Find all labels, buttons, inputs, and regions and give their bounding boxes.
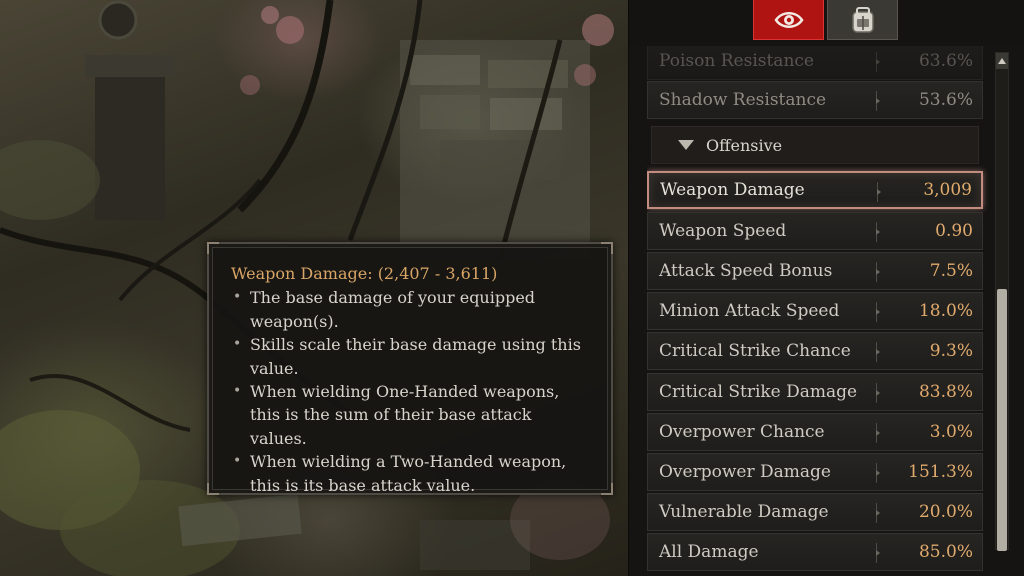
stat-row-shadow-resistance[interactable]: Shadow Resistance 53.6%: [647, 81, 983, 119]
row-divider: [876, 503, 880, 523]
row-divider: [876, 302, 880, 322]
stat-name: Shadow Resistance: [659, 90, 827, 110]
row-divider: [876, 52, 880, 72]
row-divider: [876, 543, 880, 563]
stat-name: Attack Speed Bonus: [659, 261, 833, 281]
tooltip-bullet: When wielding a Two-Handed weapon, this …: [231, 450, 591, 497]
stat-name: Overpower Chance: [659, 422, 825, 442]
character-stats-panel: Poison Resistance 63.6% Shadow Resistanc…: [628, 0, 1024, 576]
stat-row-poison-resistance[interactable]: Poison Resistance 63.6%: [647, 46, 983, 80]
row-divider: [876, 222, 880, 242]
stat-value: 151.3%: [908, 462, 973, 482]
stat-value: 18.0%: [918, 301, 973, 321]
stat-name: Weapon Damage: [660, 180, 805, 200]
scroll-up-arrow-icon[interactable]: [996, 53, 1008, 69]
tooltip-corner-ornament: [207, 242, 219, 254]
tooltip-bullet: The base damage of your equipped weapon(…: [231, 286, 591, 333]
tooltip-bullet: When wielding One-Handed weapons, this i…: [231, 380, 591, 450]
row-divider: [876, 91, 880, 111]
stat-row-critical-strike-damage[interactable]: Critical Strike Damage 83.8%: [647, 373, 983, 411]
tooltip-title: Weapon Damage: (2,407 - 3,611): [231, 262, 591, 285]
stat-row-overpower-chance[interactable]: Overpower Chance 3.0%: [647, 413, 983, 451]
panel-tab-bar: [629, 0, 1024, 46]
row-divider: [876, 383, 880, 403]
stat-value: 20.0%: [918, 502, 973, 522]
stat-value: 3.0%: [929, 422, 973, 442]
row-divider: [876, 262, 880, 282]
tooltip-bullet: Skills scale their base damage using thi…: [231, 333, 591, 380]
stat-value: 83.8%: [918, 382, 973, 402]
stats-scrollbar[interactable]: [995, 52, 1009, 551]
tab-character-stats[interactable]: [753, 0, 824, 40]
section-header-offensive[interactable]: Offensive: [651, 126, 979, 164]
backpack-icon: [851, 6, 874, 33]
stat-value: 9.3%: [929, 341, 973, 361]
stat-value: 63.6%: [918, 51, 973, 71]
stat-name: Overpower Damage: [659, 462, 831, 482]
stat-name: Poison Resistance: [659, 51, 814, 71]
weapon-damage-tooltip: Weapon Damage: (2,407 - 3,611) The base …: [207, 242, 613, 495]
stat-row-vulnerable-damage[interactable]: Vulnerable Damage 20.0%: [647, 493, 983, 531]
stat-value: 3,009: [923, 180, 972, 200]
stat-row-weapon-speed[interactable]: Weapon Speed 0.90: [647, 212, 983, 250]
stat-row-overpower-damage[interactable]: Overpower Damage 151.3%: [647, 453, 983, 491]
tooltip-title-label: Weapon Damage:: [231, 264, 373, 283]
tab-materials[interactable]: [827, 0, 898, 40]
section-label: Offensive: [706, 135, 783, 155]
stat-name: Critical Strike Chance: [659, 341, 851, 361]
row-divider: [876, 463, 880, 483]
row-divider: [876, 423, 880, 443]
stat-value: 7.5%: [929, 261, 973, 281]
tooltip-corner-ornament: [207, 483, 219, 495]
tooltip-corner-ornament: [601, 242, 613, 254]
stat-name: All Damage: [659, 542, 759, 562]
stat-row-all-damage[interactable]: All Damage 85.0%: [647, 533, 983, 571]
stat-name: Minion Attack Speed: [659, 301, 840, 321]
stat-row-weapon-damage[interactable]: Weapon Damage 3,009: [647, 171, 983, 209]
stat-value: 53.6%: [918, 90, 973, 110]
row-divider: [877, 182, 881, 202]
stat-name: Weapon Speed: [659, 221, 787, 241]
stat-name: Vulnerable Damage: [659, 502, 829, 522]
stat-row-minion-attack-speed[interactable]: Minion Attack Speed 18.0%: [647, 292, 983, 330]
scrollbar-thumb[interactable]: [997, 289, 1007, 551]
stat-value: 0.90: [935, 221, 973, 241]
stat-row-attack-speed-bonus[interactable]: Attack Speed Bonus 7.5%: [647, 252, 983, 290]
stats-list[interactable]: Poison Resistance 63.6% Shadow Resistanc…: [647, 46, 1004, 576]
tooltip-description-list: The base damage of your equipped weapon(…: [231, 286, 591, 497]
collapse-triangle-icon: [678, 140, 694, 150]
tooltip-damage-range: (2,407 - 3,611): [377, 264, 498, 283]
row-divider: [876, 342, 880, 362]
tooltip-corner-ornament: [601, 483, 613, 495]
stat-row-critical-strike-chance[interactable]: Critical Strike Chance 9.3%: [647, 332, 983, 370]
stat-name: Critical Strike Damage: [659, 382, 858, 402]
stat-value: 85.0%: [918, 542, 973, 562]
eye-icon: [773, 11, 804, 28]
